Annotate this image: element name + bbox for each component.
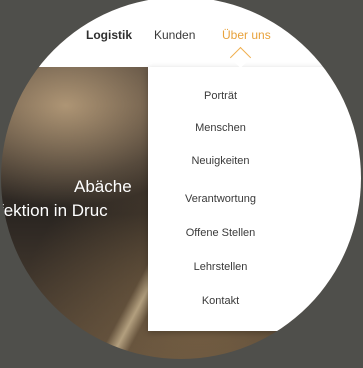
- nav-item-kunden[interactable]: Kunden: [154, 28, 195, 42]
- menu-item-portraet[interactable]: Porträt: [148, 90, 293, 102]
- menu-item-lehrstellen[interactable]: Lehrstellen: [148, 261, 293, 273]
- ueber-uns-dropdown-menu: Porträt Menschen Neuigkeiten Verantwortu…: [148, 67, 361, 331]
- hero-title: Abäche: [74, 177, 132, 196]
- menu-item-offene-stellen[interactable]: Offene Stellen: [148, 227, 293, 239]
- nav-item-ueber-uns[interactable]: Über uns: [222, 28, 271, 42]
- nav-item-logistik[interactable]: Logistik: [86, 28, 132, 42]
- menu-item-menschen[interactable]: Menschen: [148, 122, 293, 134]
- menu-item-kontakt[interactable]: Kontakt: [148, 295, 293, 307]
- hero-subtitle: fektion in Druc: [1, 201, 108, 220]
- menu-item-verantwortung[interactable]: Verantwortung: [148, 193, 293, 205]
- top-navigation: Logistik Kunden Über uns: [1, 0, 361, 67]
- menu-item-neuigkeiten[interactable]: Neuigkeiten: [148, 155, 293, 167]
- magnified-view: Abäche fektion in Druc Logistik Kunden Ü…: [1, 0, 361, 359]
